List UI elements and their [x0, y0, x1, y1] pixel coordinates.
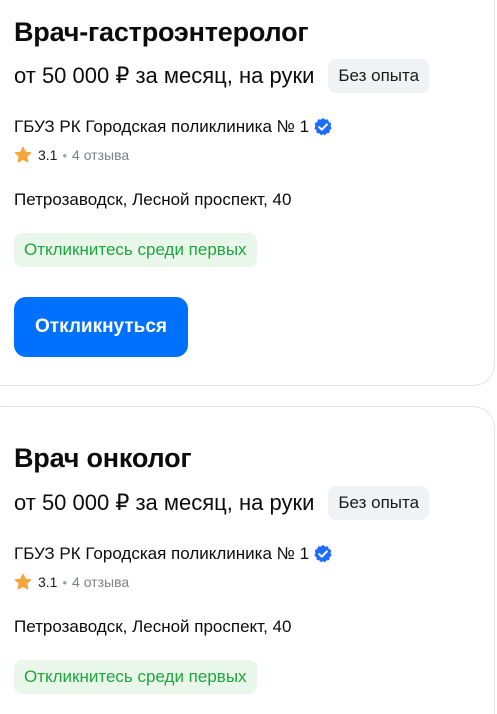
separator-dot: • [62, 574, 68, 590]
address-wrap: Петрозаводск, Лесной проспект, 40 [14, 188, 494, 212]
rating-row: 3.1 • 4 отзыва [14, 572, 494, 592]
address-wrap: Петрозаводск, Лесной проспект, 40 [14, 615, 494, 639]
vacancy-card: Врач онколог от 50 000 ₽ за месяц, на ру… [0, 406, 495, 714]
vacancy-list: Врач-гастроэнтеролог от 50 000 ₽ за меся… [0, 0, 497, 714]
company-name[interactable]: ГБУЗ РК Городская поликлиника № 1 [14, 544, 309, 564]
vacancy-address: Петрозаводск, Лесной проспект, 40 [14, 190, 292, 209]
vacancy-title[interactable]: Врач онколог [14, 442, 494, 474]
rating-row: 3.1 • 4 отзыва [14, 145, 494, 165]
experience-badge: Без опыта [328, 486, 430, 520]
vacancy-salary: от 50 000 ₽ за месяц, на руки [14, 490, 315, 515]
reviews-link[interactable]: 4 отзыва [72, 147, 129, 163]
separator-dot: • [62, 147, 68, 163]
experience-badge: Без опыта [328, 59, 430, 93]
company-row: ГБУЗ РК Городская поликлиника № 1 [14, 115, 494, 139]
promo-wrap: Откликнитесь среди первых [14, 660, 494, 694]
company-rating: 3.1 [38, 147, 58, 163]
star-icon [14, 146, 32, 163]
company-rating: 3.1 [38, 574, 58, 590]
vacancy-address: Петрозаводск, Лесной проспект, 40 [14, 617, 292, 636]
apply-button[interactable]: Откликнуться [14, 297, 188, 357]
verified-checkmark-icon [314, 545, 332, 563]
vacancy-card: Врач-гастроэнтеролог от 50 000 ₽ за меся… [0, 0, 495, 386]
respond-early-badge: Откликнитесь среди первых [14, 233, 257, 267]
company-row: ГБУЗ РК Городская поликлиника № 1 [14, 542, 494, 566]
company-name[interactable]: ГБУЗ РК Городская поликлиника № 1 [14, 117, 309, 137]
verified-checkmark-icon [314, 118, 332, 136]
star-icon [14, 573, 32, 590]
salary-row: от 50 000 ₽ за месяц, на руки Без опыта [14, 58, 494, 94]
vacancy-title-wrap: Врач онколог [14, 442, 494, 474]
salary-row: от 50 000 ₽ за месяц, на руки Без опыта [14, 485, 494, 521]
apply-wrap: Откликнуться [14, 297, 494, 357]
vacancy-title[interactable]: Врач-гастроэнтеролог [14, 16, 494, 48]
respond-early-badge: Откликнитесь среди первых [14, 660, 257, 694]
reviews-link[interactable]: 4 отзыва [72, 574, 129, 590]
vacancy-salary: от 50 000 ₽ за месяц, на руки [14, 63, 315, 88]
vacancy-title-wrap: Врач-гастроэнтеролог [14, 16, 494, 48]
promo-wrap: Откликнитесь среди первых [14, 233, 494, 267]
